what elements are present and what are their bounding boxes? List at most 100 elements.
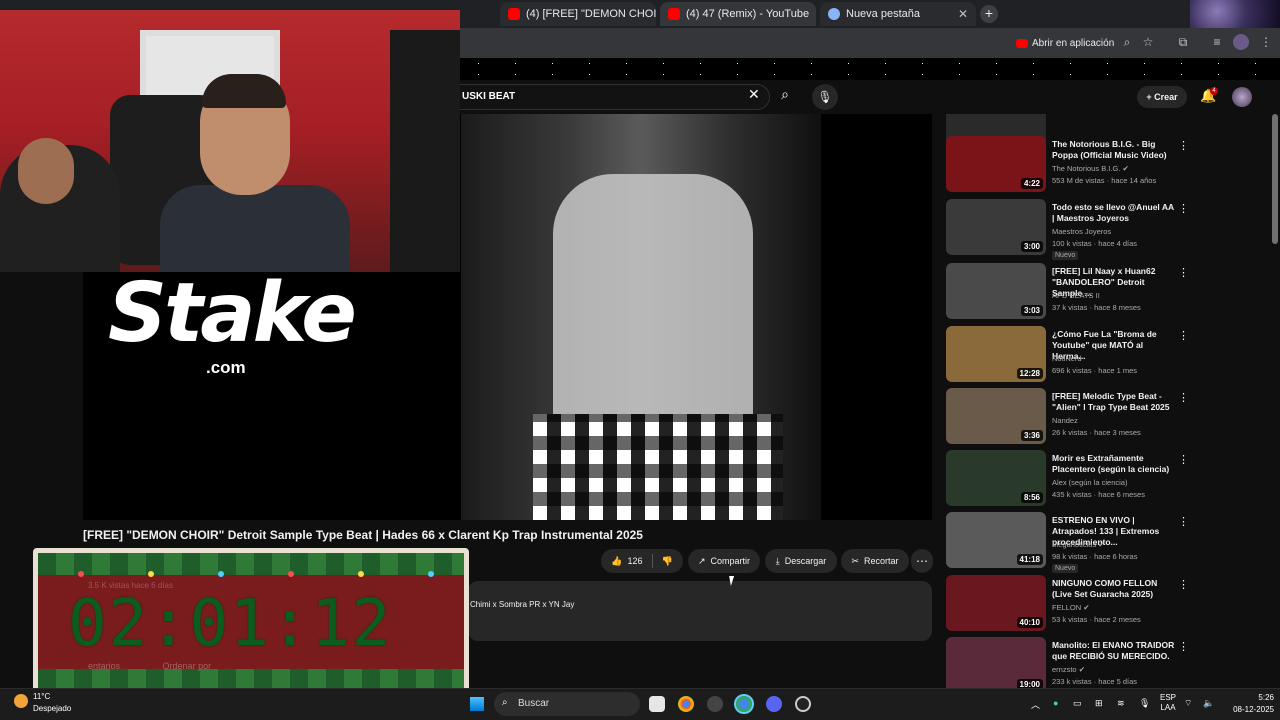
video-thumbnail[interactable]: 8:56 [946, 450, 1046, 506]
thumbs-down-icon[interactable]: 👎 [662, 556, 673, 567]
webcam-guest-head [18, 138, 74, 204]
video-thumbnail[interactable]: 40:10 [946, 575, 1046, 631]
new-tab-button[interactable]: + [980, 5, 998, 23]
recommendation-title[interactable]: The Notorious B.I.G. - Big Poppa (Offici… [1052, 139, 1176, 161]
recommendation-item[interactable]: 8:56 Morir es Extrañamente Placentero (se… [946, 450, 1266, 508]
chrome-icon[interactable] [678, 696, 694, 712]
menu-icon[interactable]: ⋮ [1258, 34, 1274, 50]
tab-new-tab[interactable]: Nueva pestaña ✕ [820, 2, 976, 26]
language-primary: ESP [1160, 693, 1177, 702]
create-button[interactable]: + Crear [1137, 86, 1187, 108]
network-icon[interactable]: ≋ [1117, 698, 1125, 709]
recommendation-title[interactable]: Todo esto se llevo @Anuel AA | Maestros … [1052, 202, 1176, 224]
channel-name-text: NotiNerd [1052, 354, 1082, 363]
search-icon[interactable]: ⌕ [775, 86, 795, 106]
media-icon[interactable]: ≡ [1209, 34, 1225, 50]
clock-date[interactable]: 08-12-2025 [1226, 705, 1274, 714]
video-thumbnail[interactable]: 3:36 [946, 388, 1046, 444]
like-divider [651, 554, 653, 568]
recommendation-item[interactable]: 40:10 NINGUNO COMO FELLON (Live Set Guara… [946, 575, 1266, 633]
star-icon[interactable]: ☆ [1140, 34, 1156, 50]
channel-name: Meganoticias ✔ [1052, 540, 1105, 549]
more-options-icon[interactable]: ⋮ [1178, 391, 1189, 404]
clip-button[interactable]: ✂ Recortar [841, 549, 909, 573]
scissors-icon: ✂ [851, 555, 860, 566]
account-avatar[interactable] [1232, 87, 1252, 107]
description-box[interactable]: Chimi x Sombra PR x YN Jay [468, 581, 932, 641]
video-thumbnail[interactable]: 19:00 [946, 637, 1046, 688]
wifi-icon[interactable]: ⌔ [1184, 698, 1192, 709]
sponsor-logo: Stake [108, 266, 357, 361]
recommendation-item[interactable]: 41:18 ESTRENO EN VIVO | Atrapados! 133 | … [946, 512, 1266, 573]
clear-search-icon[interactable]: ✕ [748, 86, 760, 103]
recommendation-title[interactable]: NINGUNO COMO FELLON (Live Set Guaracha 2… [1052, 578, 1176, 600]
recommendation-item[interactable]: 3:00 Todo esto se llevo @Anuel AA | Maest… [946, 199, 1266, 260]
more-options-icon[interactable]: ⋮ [1178, 139, 1189, 152]
tab-demon-choir[interactable]: (4) [FREE] "DEMON CHOIR" ✕ [500, 2, 656, 26]
close-icon[interactable]: ✕ [952, 7, 968, 21]
search-input[interactable]: USKI BEAT [460, 84, 770, 110]
recommendation-item[interactable]: 3:03 [FREE] Lil Naay x Huan62 "BANDOLERO"… [946, 263, 1266, 321]
recommendation-item[interactable]: 19:00 Manolito: El ENANO TRAIDOR que RECI… [946, 637, 1266, 688]
view-count: 435 k vistas · hace 6 meses [1052, 490, 1145, 499]
download-button[interactable]: ⤓ Descargar [765, 549, 837, 573]
windows-start-icon[interactable] [470, 697, 484, 711]
obs-icon[interactable] [707, 696, 723, 712]
video-thumbnail[interactable]: 3:00 [946, 199, 1046, 255]
more-options-icon[interactable]: ⋮ [1178, 202, 1189, 215]
more-options-icon[interactable]: ⋮ [1178, 640, 1189, 653]
open-in-app-button[interactable]: Abrir en aplicación [1016, 35, 1114, 51]
clip-label: Recortar [864, 556, 899, 566]
notification-badge: 4 [1210, 87, 1218, 95]
close-icon[interactable]: ✕ [809, 7, 816, 21]
video-thumbnail[interactable]: 12:28 [946, 326, 1046, 382]
view-count: 696 k vistas · hace 1 mes [1052, 366, 1138, 375]
tray-status-icon[interactable]: ● [1053, 698, 1058, 708]
weather-sun-icon[interactable] [14, 694, 28, 708]
language-indicator[interactable]: ESP LAA [1160, 693, 1176, 713]
recommendation-title[interactable]: Manolito: El ENANO TRAIDOR que RECIBIÓ S… [1052, 640, 1176, 662]
thumbs-up-icon: 👍 [611, 555, 623, 566]
more-options-icon[interactable]: ⋮ [1178, 515, 1189, 528]
recommendation-title[interactable]: [FREE] Melodic Type Beat - "Alien" l Tra… [1052, 391, 1176, 413]
recommendation-title[interactable]: Morir es Extrañamente Placentero (según … [1052, 453, 1176, 475]
file-explorer-icon[interactable] [649, 696, 665, 712]
chrome-active-icon[interactable] [734, 694, 754, 714]
view-count: 81 k vistas · hace 1 mes [1052, 114, 1133, 115]
video-thumbnail[interactable]: 3:03 [946, 263, 1046, 319]
video-thumbnail[interactable]: 4:22 [946, 136, 1046, 192]
tray-overflow-icon[interactable]: ︿ [1031, 698, 1040, 711]
media-player-icon[interactable] [795, 696, 811, 712]
sidebar-scrollbar[interactable] [1272, 114, 1278, 244]
taskbar-search[interactable]: Buscar [494, 692, 640, 716]
tab-47-remix[interactable]: (4) 47 (Remix) - YouTube ✕ [660, 2, 816, 26]
verified-icon: ✔ [1122, 164, 1129, 173]
like-button[interactable]: 👍 126 👎 [601, 549, 683, 573]
microphone-icon[interactable]: 🎙 [1139, 698, 1150, 709]
profile-avatar[interactable] [1233, 34, 1249, 50]
discord-icon[interactable] [766, 696, 782, 712]
tray-grid-icon[interactable]: ⊞ [1095, 698, 1103, 709]
more-options-icon[interactable]: ⋮ [1178, 578, 1189, 591]
recommendation-item[interactable]: 12:28 ¿Cómo Fue La "Broma de Youtube" que… [946, 326, 1266, 384]
extensions-icon[interactable]: ⧉ [1175, 34, 1191, 50]
more-options-icon[interactable]: ⋮ [1178, 266, 1189, 279]
zoom-icon[interactable]: ⌕ [1119, 34, 1135, 50]
share-button[interactable]: ↗ Compartir [688, 549, 760, 573]
video-thumbnail[interactable]: 41:18 [946, 512, 1046, 568]
more-options-icon[interactable]: ⋮ [1178, 453, 1189, 466]
new-badge: Nuevo [1052, 251, 1079, 260]
more-options-icon[interactable]: ⋮ [1178, 329, 1189, 342]
tray-app-icon[interactable]: ▭ [1073, 698, 1082, 709]
weather-temperature[interactable]: 11°C [33, 692, 50, 701]
background-comments-text: entarios Ordenar por [88, 661, 211, 671]
more-actions-icon[interactable]: ⋯ [911, 549, 933, 573]
youtube-icon [668, 8, 680, 20]
clock-time[interactable]: 5:26 [1244, 693, 1274, 702]
youtube-icon [508, 8, 520, 20]
microphone-icon[interactable]: 🎙 [812, 84, 838, 110]
volume-icon[interactable]: 🔈 [1203, 698, 1214, 709]
weather-description[interactable]: Despejado [33, 704, 71, 713]
recommendation-item[interactable]: 3:36 [FREE] Melodic Type Beat - "Alien" l… [946, 388, 1266, 446]
recommendation-item[interactable]: 4:22 The Notorious B.I.G. - Big Poppa (Of… [946, 136, 1266, 194]
